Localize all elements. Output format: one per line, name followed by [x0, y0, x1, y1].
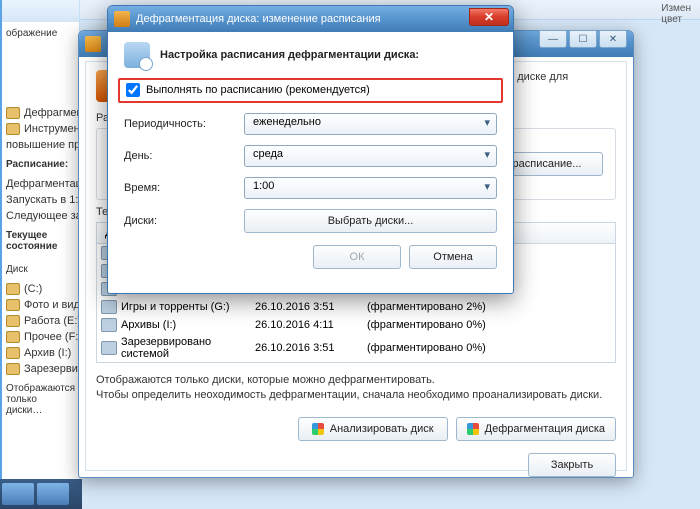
drive-icon [101, 341, 117, 355]
run-on-schedule-row: Выполнять по расписанию (рекомендуется) [118, 78, 503, 103]
table-row[interactable]: Зарезервировано системой26.10.2016 3:51(… [97, 334, 615, 362]
defrag-icon [114, 11, 130, 27]
dialog-title: Дефрагментация диска: изменение расписан… [136, 13, 381, 25]
shield-icon [312, 423, 324, 435]
disk-name: Зарезервировано системой [121, 336, 255, 360]
run-on-schedule-label: Выполнять по расписанию (рекомендуется) [146, 84, 370, 96]
close-button[interactable]: ✕ [599, 30, 627, 48]
day-select[interactable]: среда [244, 145, 497, 167]
drive-icon [6, 331, 20, 343]
status: (фрагментировано 0%) [367, 342, 615, 354]
bg-disk: Работа (E:) [2, 313, 79, 329]
drive-icon [6, 299, 20, 311]
status: (фрагментировано 0%) [367, 319, 615, 331]
dialog-close-button[interactable]: ✕ [469, 8, 509, 26]
bg-item: Дефрагментация диска [2, 105, 79, 121]
bg-line: Запускать в 1:00 кажд. нед… [2, 192, 79, 208]
table-row[interactable]: Игры и торренты (G:) 26.10.2016 3:51(фраг… [97, 298, 615, 316]
bg-disk: Архив (I:) [2, 345, 79, 361]
defragment-button[interactable]: Дефрагментация диска [456, 417, 616, 441]
time-select[interactable]: 1:00 [244, 177, 497, 199]
footer-note: Отображаются только диски, которые можно… [86, 365, 626, 418]
periodicity-label: Периодичность: [124, 118, 244, 130]
bg-disk: (C:) [2, 281, 79, 297]
maximize-button[interactable]: ☐ [569, 30, 597, 48]
tool-icon [6, 123, 20, 135]
bg-disk: Фото и видео (D:) [2, 297, 79, 313]
run-on-schedule-checkbox[interactable] [126, 83, 140, 97]
disk-name: Архивы (I:) [121, 319, 176, 331]
calendar-clock-icon [124, 42, 150, 68]
drive-icon [101, 318, 117, 332]
drive-icon [101, 300, 117, 314]
table-row[interactable]: Архивы (I:) 26.10.2016 4:11(фрагментирова… [97, 316, 615, 334]
bg-heading: Диск [2, 258, 79, 281]
defrag-icon [85, 36, 101, 52]
bg-line: Дефрагментация по рас… [2, 176, 79, 192]
folder-icon [6, 107, 20, 119]
bg-item: повышение произв… [2, 137, 79, 153]
ribbon-right-fragment: Измен цвет [658, 0, 694, 28]
bg-line: Следующее запланиров… [2, 208, 79, 224]
dialog-heading: Настройка расписания дефрагментации диск… [160, 49, 419, 61]
select-disks-button[interactable]: Выбрать диски... [244, 209, 497, 233]
taskbar-item[interactable] [2, 483, 34, 505]
drive-icon [6, 363, 20, 375]
drive-icon [6, 315, 20, 327]
bg-disk: Зарезервировано сис… [2, 361, 79, 377]
close-window-button[interactable]: Закрыть [528, 453, 616, 477]
drive-icon [6, 283, 20, 295]
dialog-titlebar[interactable]: Дефрагментация диска: изменение расписан… [108, 6, 513, 32]
background-caption: ображение [2, 22, 79, 45]
bg-item: Инструмент дефрагм… [2, 121, 79, 137]
periodicity-select[interactable]: еженедельно [244, 113, 497, 135]
cancel-button[interactable]: Отмена [409, 245, 497, 269]
bg-note: Отображаются только диски… [2, 377, 79, 422]
last-run: 26.10.2016 3:51 [255, 301, 367, 313]
minimize-button[interactable]: — [539, 30, 567, 48]
last-run: 26.10.2016 3:51 [255, 342, 367, 354]
day-label: День: [124, 150, 244, 162]
bg-disk: Прочее (F:) [2, 329, 79, 345]
ok-button[interactable]: ОК [313, 245, 401, 269]
taskbar[interactable] [0, 479, 82, 509]
disk-name: Игры и торренты (G:) [121, 301, 230, 313]
last-run: 26.10.2016 4:11 [255, 319, 367, 331]
shield-icon [467, 423, 479, 435]
status: (фрагментировано 2%) [367, 301, 615, 313]
disks-label: Диски: [124, 215, 244, 227]
bg-heading: Текущее состояние [2, 224, 79, 258]
background-side-panel: ображение Дефрагментация диска Инструмен… [0, 0, 80, 509]
bg-heading: Расписание: [2, 153, 79, 176]
taskbar-item[interactable] [37, 483, 69, 505]
analyze-button[interactable]: Анализировать диск [298, 417, 448, 441]
time-label: Время: [124, 182, 244, 194]
drive-icon [6, 347, 20, 359]
schedule-dialog: Дефрагментация диска: изменение расписан… [107, 5, 514, 294]
